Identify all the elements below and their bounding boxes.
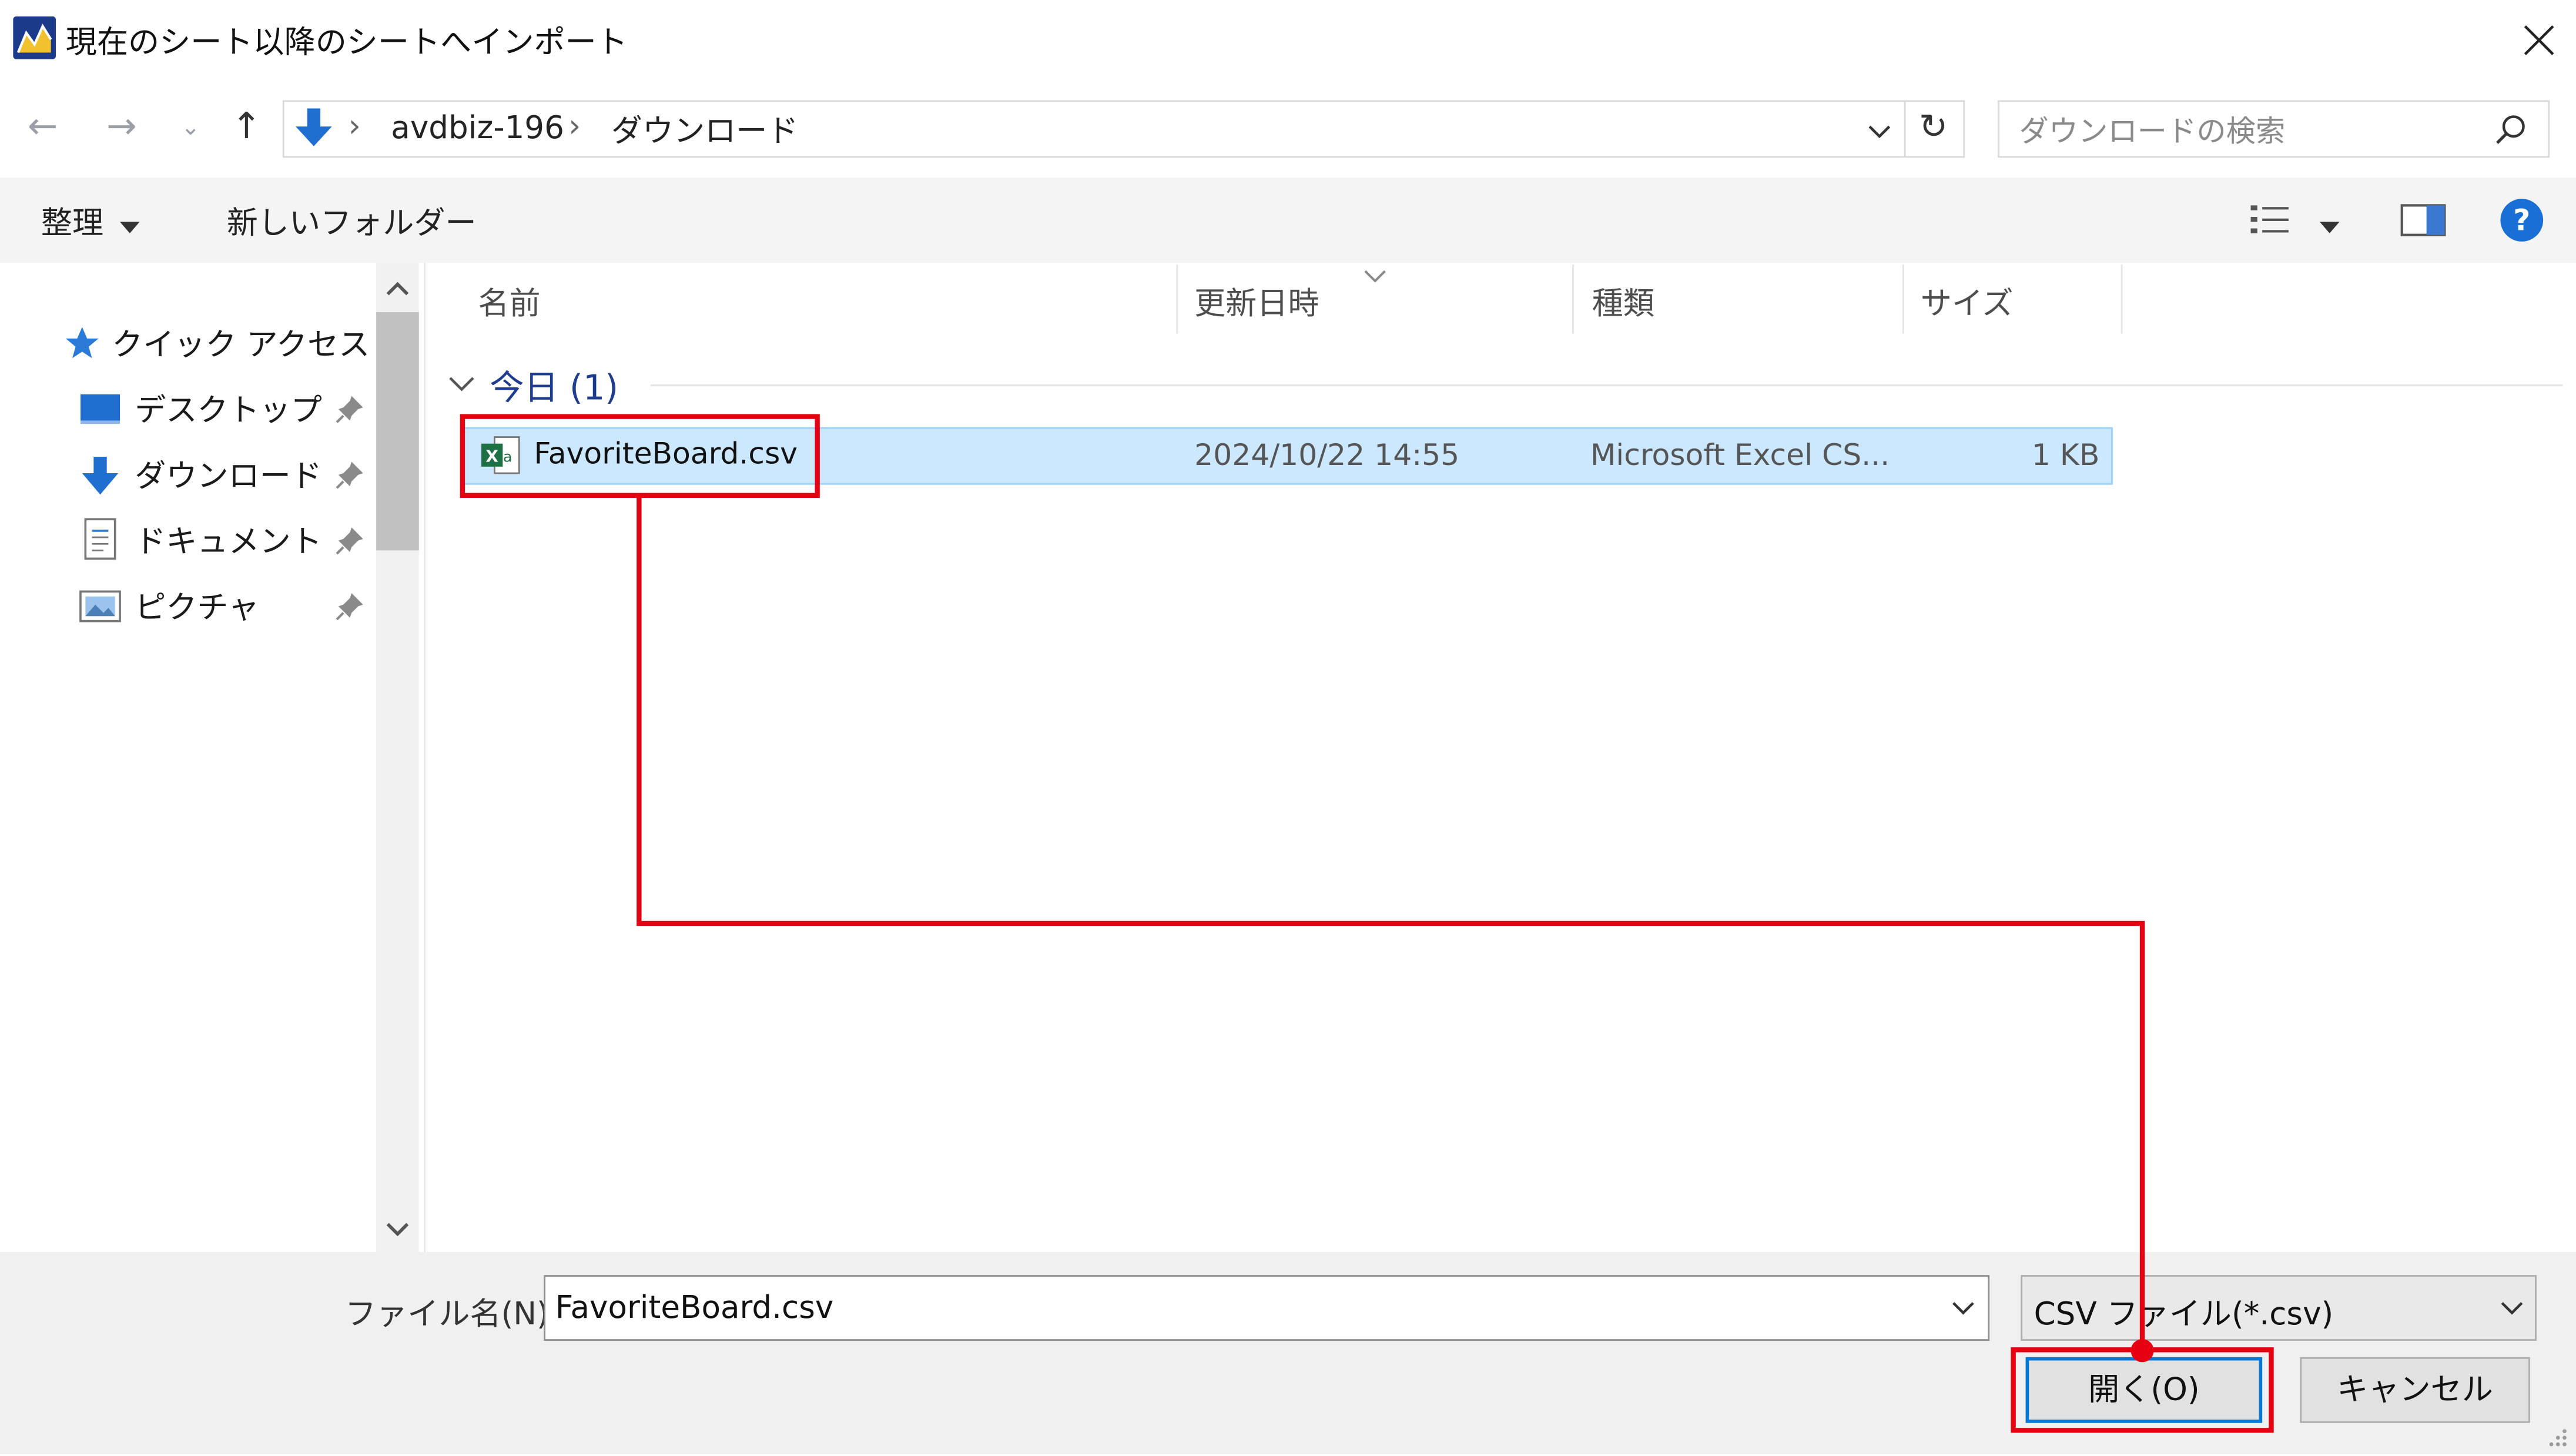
annotation-connector [637, 497, 2154, 1363]
file-open-dialog: 現在のシート以降のシートへインポート ← → ⌄ ↑ › avdbiz-196 … [0, 0, 2576, 1454]
